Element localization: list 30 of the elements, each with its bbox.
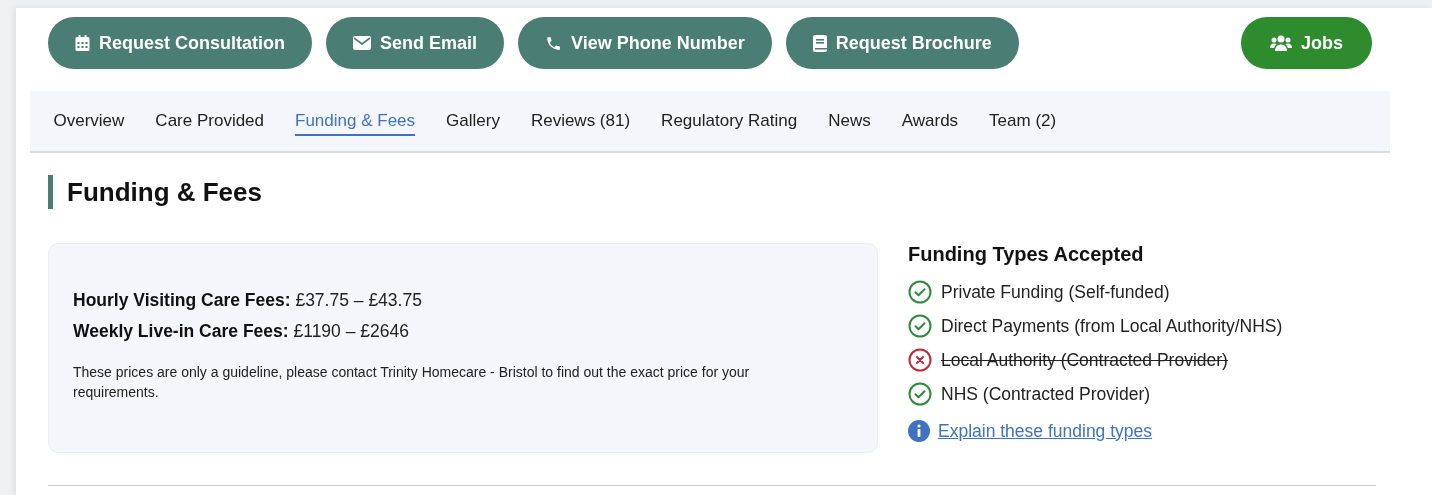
fee-line: Hourly Visiting Care Fees: £37.75 – £43.75 (73, 290, 423, 311)
funding-type-label: Local Authority (Contracted Provider) (941, 349, 1228, 371)
envelope-icon (353, 36, 371, 50)
explain-link[interactable]: Explain these funding types (938, 420, 1153, 442)
funding-type-label: Direct Payments (from Local Authority/NHS) (941, 315, 1283, 337)
action-button[interactable]: Send Email (326, 17, 505, 69)
action-button[interactable]: View Phone Number (518, 17, 772, 69)
action-button[interactable]: Request Consultation (48, 17, 312, 69)
fees-note: These prices are only a guideline, please contact Trinity Homecare - Bristol to find out the exact price for your requirements. (73, 363, 751, 402)
tab[interactable]: Care Provided (139, 107, 280, 135)
tab[interactable]: Gallery (430, 107, 516, 135)
action-button[interactable]: Request Brochure (785, 17, 1019, 69)
people-icon (1270, 35, 1292, 51)
funding-type-label: NHS (Contracted Provider) (941, 383, 1151, 405)
tab[interactable]: Reviews (81) (515, 107, 646, 135)
tab[interactable]: Awards (886, 107, 974, 135)
tab[interactable]: Funding & Fees (279, 107, 431, 135)
tab[interactable]: Regulatory Rating (645, 107, 813, 135)
tab[interactable]: Overview (38, 107, 140, 135)
fee-line: Weekly Live-in Care Fees: £1190 – £2646 (73, 321, 410, 342)
info-icon (908, 420, 930, 442)
book-icon (812, 34, 827, 52)
calendar-icon (75, 35, 90, 51)
phone-icon (545, 34, 563, 52)
tab[interactable]: Team (2) (973, 107, 1072, 135)
funding-type-label: Private Funding (Self-funded) (941, 281, 1170, 303)
jobs-button[interactable]: Jobs (1241, 17, 1372, 69)
section-title: Funding & Fees (48, 175, 1376, 209)
tab[interactable]: News (812, 107, 887, 135)
funding-types-title: Funding Types Accepted (908, 243, 1145, 266)
